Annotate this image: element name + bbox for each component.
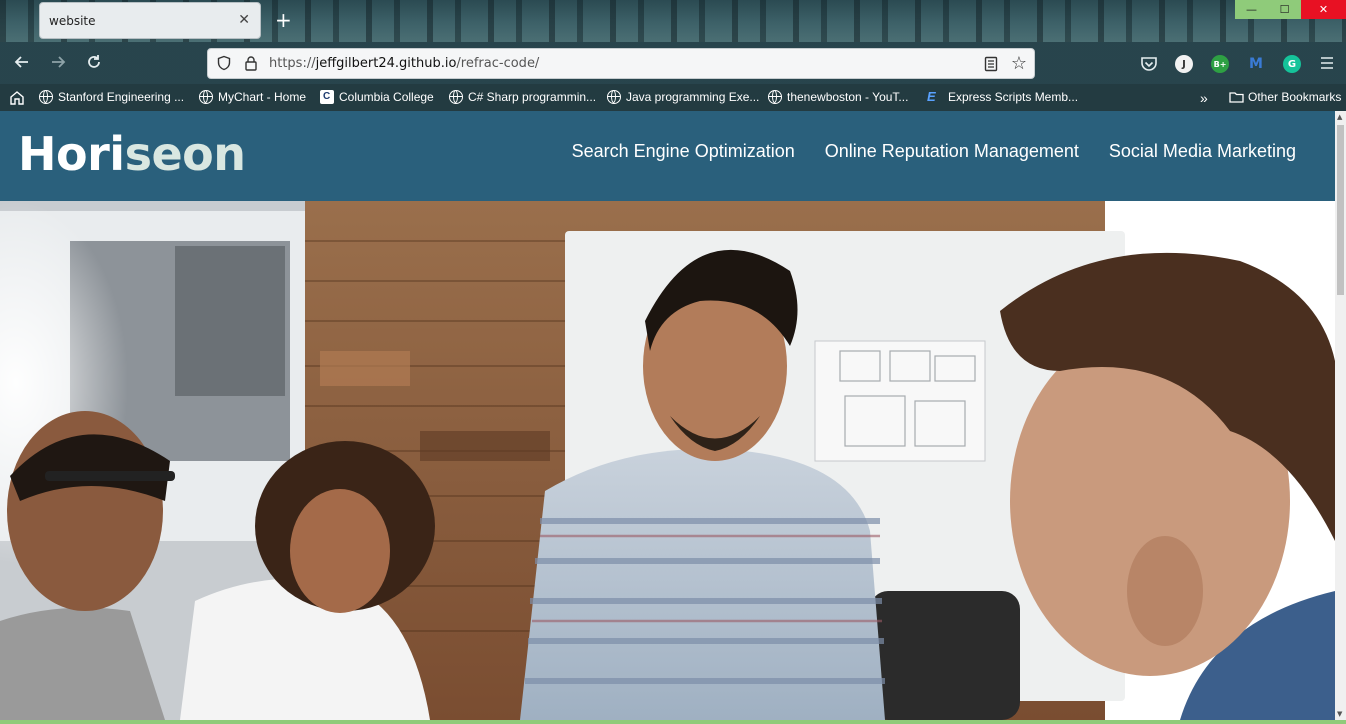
home-icon[interactable] xyxy=(9,90,25,105)
bookmark-label: Columbia College xyxy=(339,90,434,104)
tracking-shield-icon[interactable] xyxy=(216,55,232,71)
scroll-up-arrow-icon[interactable]: ▲ xyxy=(1337,113,1342,121)
web-page: Horiseon Search Engine Optimization Onli… xyxy=(0,111,1335,720)
bookmark-label: Java programming Exe... xyxy=(626,90,760,104)
close-window-button[interactable]: ✕ xyxy=(1301,0,1346,19)
menu-icon[interactable] xyxy=(1320,57,1334,69)
globe-icon xyxy=(449,90,463,104)
globe-icon xyxy=(607,90,621,104)
tab-title: website xyxy=(49,14,96,28)
bookmark-label: thenewboston - YouT... xyxy=(787,90,909,104)
nav-link-social-media[interactable]: Social Media Marketing xyxy=(1109,141,1296,162)
bookmark-label: Express Scripts Memb... xyxy=(948,90,1079,104)
bookmarks-toolbar: Stanford Engineering ... MyChart - Home … xyxy=(0,84,1346,112)
extension-icon[interactable]: B+ xyxy=(1211,55,1229,73)
url-host: jeffgilbert24.github.io xyxy=(315,56,457,71)
navigation-toolbar: https://jeffgilbert24.github.io/refrac-c… xyxy=(0,42,1346,84)
tab-close-icon[interactable]: ✕ xyxy=(238,12,250,28)
bookmark-item[interactable]: C# Sharp programmin... xyxy=(449,90,596,104)
bookmark-label: Other Bookmarks xyxy=(1248,90,1342,104)
reader-view-icon[interactable] xyxy=(984,56,998,72)
bookmark-item[interactable]: C Columbia College xyxy=(320,90,434,104)
address-bar[interactable]: https://jeffgilbert24.github.io/refrac-c… xyxy=(207,48,1035,79)
columbia-college-icon: C xyxy=(320,90,334,104)
url-scheme: https:// xyxy=(269,56,316,71)
browser-tab[interactable]: website ✕ xyxy=(39,2,261,39)
back-arrow-icon[interactable] xyxy=(10,52,34,76)
logo-accent-text: seon xyxy=(124,127,246,181)
lock-icon[interactable] xyxy=(244,55,258,71)
page-scrollbar[interactable]: ▲ ▼ xyxy=(1335,111,1346,720)
bookmark-label: MyChart - Home xyxy=(218,90,307,104)
bookmark-item[interactable]: E Express Scripts Memb... xyxy=(927,89,1079,105)
profile-icon[interactable]: J xyxy=(1175,55,1193,73)
bookmark-item[interactable]: MyChart - Home xyxy=(199,90,306,104)
scroll-down-arrow-icon[interactable]: ▼ xyxy=(1337,710,1342,718)
logo-main-text: Hori xyxy=(18,127,125,181)
url-path: /refrac-code/ xyxy=(456,56,540,71)
maximize-button[interactable]: ☐ xyxy=(1268,0,1301,19)
bookmark-item[interactable]: thenewboston - YouT... xyxy=(768,90,908,104)
tab-strip: website ✕ + — ☐ ✕ xyxy=(0,0,1346,42)
scrollbar-thumb[interactable] xyxy=(1337,125,1344,295)
forward-arrow-icon[interactable] xyxy=(46,52,70,76)
globe-icon xyxy=(768,90,782,104)
globe-icon xyxy=(39,90,53,104)
bookmark-item[interactable]: Java programming Exe... xyxy=(607,90,759,104)
bookmark-label: Stanford Engineering ... xyxy=(58,90,185,104)
other-bookmarks-folder[interactable]: Other Bookmarks xyxy=(1229,90,1341,104)
express-scripts-icon: E xyxy=(927,89,936,104)
reload-icon[interactable] xyxy=(82,52,106,76)
window-border xyxy=(0,720,1346,724)
bookmark-label: C# Sharp programmin... xyxy=(468,90,597,104)
pocket-icon[interactable] xyxy=(1140,56,1158,72)
folder-icon xyxy=(1229,92,1244,103)
bookmark-item[interactable]: Stanford Engineering ... xyxy=(39,90,184,104)
grammarly-icon[interactable]: G xyxy=(1283,55,1301,73)
nav-link-reputation[interactable]: Online Reputation Management xyxy=(825,141,1079,162)
hero-image xyxy=(0,201,1335,720)
site-header: Horiseon Search Engine Optimization Onli… xyxy=(0,111,1335,201)
extension-icon[interactable]: M xyxy=(1247,55,1265,73)
nav-link-seo[interactable]: Search Engine Optimization xyxy=(572,141,795,162)
more-bookmarks-chevron-icon[interactable]: » xyxy=(1200,90,1208,106)
site-logo[interactable]: Horiseon xyxy=(18,127,246,181)
new-tab-button[interactable]: + xyxy=(275,8,292,32)
site-nav: Search Engine Optimization Online Reputa… xyxy=(572,141,1296,162)
bookmark-star-icon[interactable]: ☆ xyxy=(1011,53,1027,74)
url-text[interactable]: https://jeffgilbert24.github.io/refrac-c… xyxy=(269,56,539,71)
minimize-button[interactable]: — xyxy=(1235,0,1268,19)
globe-icon xyxy=(199,90,213,104)
window-controls: — ☐ ✕ xyxy=(1235,0,1346,19)
